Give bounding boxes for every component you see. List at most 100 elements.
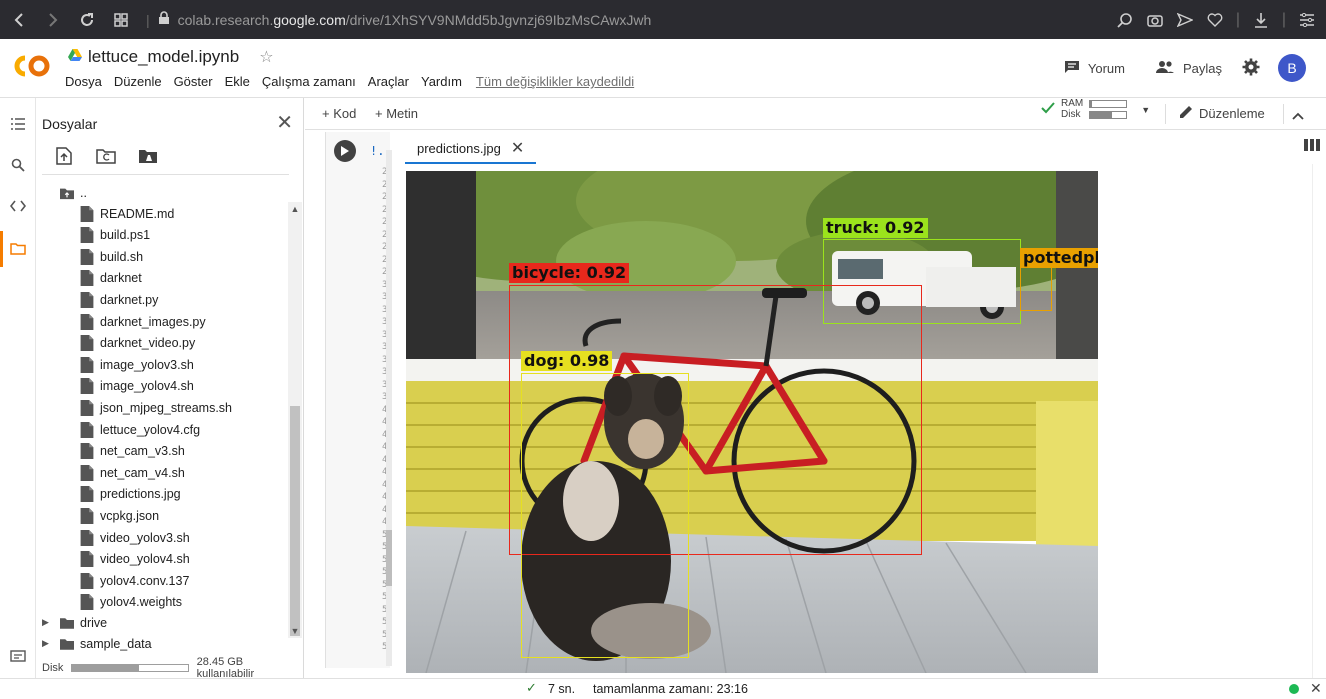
table-of-contents-icon[interactable] bbox=[8, 114, 28, 134]
code-snippets-icon[interactable] bbox=[8, 196, 28, 216]
tree-file-label: json_mjpeg_streams.sh bbox=[100, 400, 233, 415]
file-icon bbox=[80, 551, 94, 568]
tree-file[interactable]: lettuce_yolov4.cfg bbox=[80, 419, 200, 440]
file-icon bbox=[80, 594, 94, 611]
avatar[interactable]: B bbox=[1278, 54, 1306, 82]
search-icon[interactable] bbox=[1116, 11, 1134, 29]
tree-file-label: lettuce_yolov4.cfg bbox=[100, 422, 201, 437]
menu-item-view[interactable]: Göster bbox=[174, 74, 213, 89]
speed-dial-icon[interactable] bbox=[106, 5, 136, 35]
run-cell-button[interactable] bbox=[334, 140, 356, 162]
menu-bar: Dosya Düzenle Göster Ekle Çalışma zamanı… bbox=[65, 74, 634, 89]
url-prefix: colab.research. bbox=[177, 11, 274, 28]
back-icon[interactable] bbox=[4, 5, 34, 35]
upload-icon[interactable] bbox=[54, 146, 74, 166]
folder-icon[interactable] bbox=[8, 238, 28, 258]
editing-mode-button[interactable]: Düzenleme bbox=[1179, 105, 1265, 122]
tree-file[interactable]: video_yolov3.sh bbox=[80, 527, 190, 548]
tree-parent-folder[interactable]: .. bbox=[60, 182, 87, 203]
tree-file[interactable]: yolov4.weights bbox=[80, 592, 182, 613]
save-status-link[interactable]: Tüm değişiklikler kaydedildi bbox=[476, 74, 634, 89]
chevron-down-icon[interactable]: ▼ bbox=[1141, 105, 1150, 115]
code-cell[interactable]: !. 2222222223333333333444444444455555555… bbox=[325, 132, 390, 668]
menu-item-insert[interactable]: Ekle bbox=[225, 74, 250, 89]
tree-file[interactable]: yolov4.conv.137 bbox=[80, 570, 189, 591]
cell-scrollbar[interactable] bbox=[386, 150, 392, 666]
colab-logo-icon[interactable] bbox=[12, 53, 52, 79]
star-icon[interactable]: ☆ bbox=[259, 47, 273, 67]
tree-folder-sample-data[interactable]: ▶ sample_data bbox=[42, 633, 152, 652]
tree-file[interactable]: json_mjpeg_streams.sh bbox=[80, 397, 232, 418]
notebook-title[interactable]: lettuce_model.ipynb bbox=[88, 47, 239, 67]
image-viewer: predictions.jpg ✕ truck: 0.92 pottedpl b… bbox=[397, 130, 1326, 678]
pencil-icon bbox=[1179, 105, 1193, 122]
file-icon bbox=[80, 270, 94, 287]
reload-icon[interactable] bbox=[72, 5, 102, 35]
tree-file[interactable]: build.sh bbox=[80, 246, 143, 267]
close-icon[interactable]: ✕ bbox=[1310, 680, 1322, 697]
file-icon bbox=[80, 399, 94, 416]
camera-icon[interactable] bbox=[1146, 11, 1164, 29]
url-text[interactable]: colab.research.google.com/drive/1XhSYV9N… bbox=[178, 12, 652, 28]
tree-file-label: build.sh bbox=[100, 249, 144, 264]
editing-mode-label: Düzenleme bbox=[1199, 106, 1265, 121]
tree-file[interactable]: vcpkg.json bbox=[80, 505, 159, 526]
tab-predictions[interactable]: predictions.jpg ✕ bbox=[405, 134, 537, 164]
file-icon bbox=[80, 291, 94, 308]
share-button[interactable]: Paylaş bbox=[1145, 53, 1232, 83]
settings-icon[interactable] bbox=[1242, 58, 1260, 79]
chevron-right-icon[interactable]: ▶ bbox=[42, 638, 52, 649]
tree-file[interactable]: darknet bbox=[80, 268, 142, 289]
tree-file[interactable]: net_cam_v4.sh bbox=[80, 462, 185, 483]
menu-item-help[interactable]: Yardım bbox=[421, 74, 462, 89]
forward-icon[interactable] bbox=[38, 5, 68, 35]
viewer-scrollbar[interactable] bbox=[1312, 164, 1326, 678]
mount-drive-icon[interactable] bbox=[138, 146, 158, 166]
heart-icon[interactable] bbox=[1206, 11, 1224, 29]
disk-usage-fill bbox=[72, 665, 140, 671]
scroll-down-icon[interactable]: ▼ bbox=[290, 626, 300, 636]
refresh-folder-icon[interactable] bbox=[96, 146, 116, 166]
split-view-icon[interactable] bbox=[1304, 138, 1320, 152]
add-text-button[interactable]: + Metin bbox=[375, 106, 418, 121]
tree-file[interactable]: build.ps1 bbox=[80, 225, 150, 246]
tree-file[interactable]: README.md bbox=[80, 203, 174, 224]
tree-file[interactable]: net_cam_v3.sh bbox=[80, 441, 185, 462]
close-icon[interactable]: ✕ bbox=[511, 138, 524, 158]
scroll-up-icon[interactable]: ▲ bbox=[290, 204, 300, 214]
menu-item-tools[interactable]: Araçlar bbox=[368, 74, 409, 89]
chevron-right-icon[interactable]: ▶ bbox=[42, 617, 52, 628]
file-tree: .. README.md build.ps1 build.sh darknet dark… bbox=[36, 182, 288, 652]
tree-file-label: video_yolov3.sh bbox=[100, 530, 190, 545]
cell-code-fragment[interactable]: !. bbox=[370, 144, 384, 158]
tree-file[interactable]: predictions.jpg bbox=[80, 484, 181, 505]
tree-file[interactable]: image_yolov3.sh bbox=[80, 354, 194, 375]
cell-scrollbar-thumb[interactable] bbox=[386, 530, 392, 586]
chevron-up-icon[interactable] bbox=[1292, 107, 1304, 125]
runtime-resources[interactable]: RAM Disk ▼ bbox=[1041, 99, 1150, 120]
comment-button[interactable]: Yorum bbox=[1054, 53, 1135, 83]
tree-folder-drive[interactable]: ▶ drive bbox=[42, 612, 107, 633]
terminal-icon[interactable] bbox=[8, 646, 28, 666]
files-scrollbar-thumb[interactable] bbox=[290, 406, 300, 636]
menu-item-runtime[interactable]: Çalışma zamanı bbox=[262, 74, 356, 89]
tree-file-label: darknet.py bbox=[100, 292, 159, 307]
tree-file[interactable]: darknet_video.py bbox=[80, 333, 195, 354]
menu-icon[interactable] bbox=[1298, 11, 1316, 29]
send-icon[interactable] bbox=[1176, 11, 1194, 29]
divider-icon: | bbox=[1235, 10, 1241, 28]
lock-icon[interactable] bbox=[158, 11, 170, 28]
detection-label-pottedplant: pottedplant bbox=[1020, 248, 1098, 268]
download-icon[interactable] bbox=[1252, 11, 1270, 29]
address-bar[interactable]: | colab.research.google.com/drive/1XhSYV… bbox=[146, 11, 651, 28]
tree-file[interactable]: darknet_images.py bbox=[80, 311, 206, 332]
search-icon[interactable] bbox=[8, 155, 28, 175]
file-icon bbox=[80, 507, 94, 524]
tree-file[interactable]: darknet.py bbox=[80, 289, 158, 310]
tree-file[interactable]: image_yolov4.sh bbox=[80, 376, 194, 397]
add-code-button[interactable]: + Kod bbox=[322, 106, 356, 121]
menu-item-edit[interactable]: Düzenle bbox=[114, 74, 162, 89]
close-icon[interactable]: ✕ bbox=[276, 110, 293, 135]
tree-file[interactable]: video_yolov4.sh bbox=[80, 549, 190, 570]
menu-item-file[interactable]: Dosya bbox=[65, 74, 102, 89]
